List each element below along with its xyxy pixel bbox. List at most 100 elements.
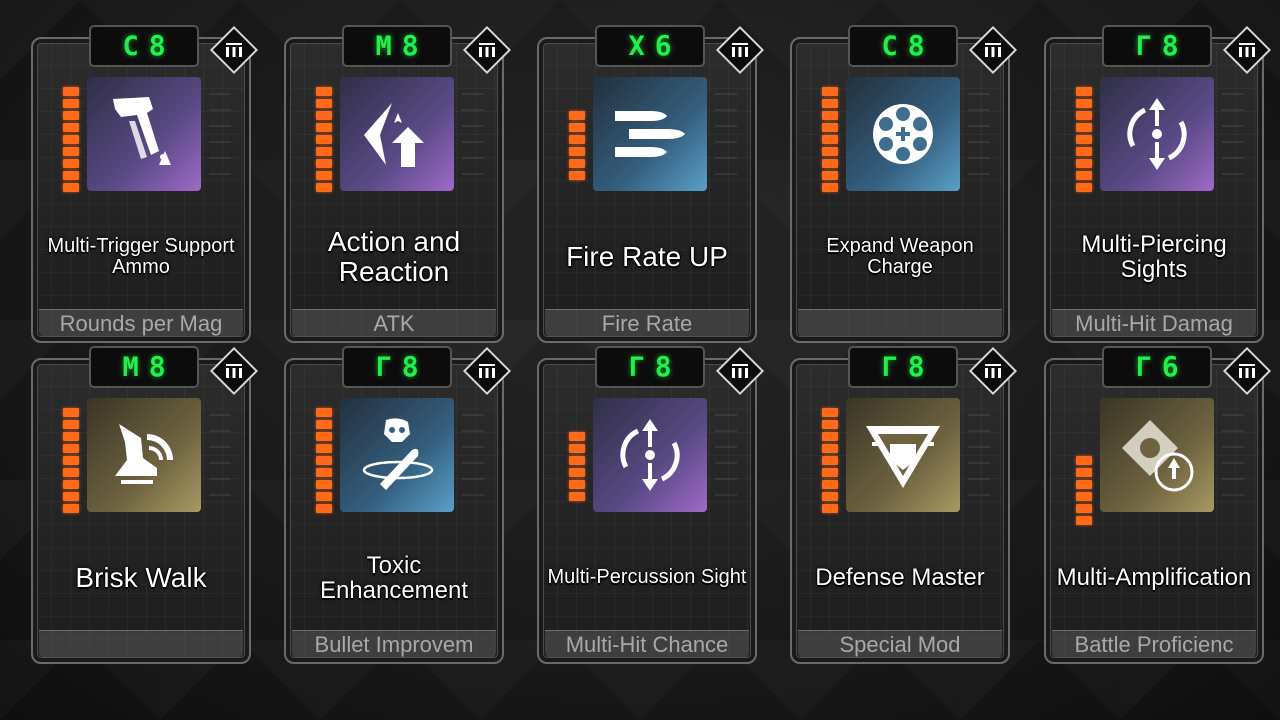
ammo-gauge: [63, 408, 79, 513]
grade-glyph: Γ: [881, 351, 898, 383]
circuit-info: [1222, 79, 1244, 189]
grade-level-panel: Γ 8: [595, 346, 705, 388]
grade-glyph: Γ: [628, 351, 645, 383]
atk-up-arrow-icon: [340, 77, 454, 191]
grade-glyph: Γ: [1135, 351, 1152, 383]
grade-glyph: X: [628, 30, 645, 62]
mod-category: Multi-Hit Chance: [545, 630, 749, 658]
grade-level-panel: Γ 8: [1102, 25, 1212, 67]
mod-card-multi-trigger-support-ammo[interactable]: C 8 Multi-Trigger Support Ammo Rounds pe…: [31, 25, 259, 343]
level-number: 6: [654, 29, 672, 62]
grade-glyph: M: [375, 30, 392, 62]
mod-card-multi-amplification[interactable]: Γ 6 Multi-Amplification Battle Proficien…: [1044, 346, 1272, 664]
circuit-info: [209, 79, 231, 189]
circuit-info: [462, 400, 484, 510]
mod-title: Toxic Enhancement: [319, 551, 469, 604]
ammo-slot-icon: [1222, 25, 1272, 75]
grade-level-panel: C 8: [89, 25, 199, 67]
level-number: 8: [148, 29, 166, 62]
mod-category: Battle Proficienc: [1052, 630, 1256, 658]
grade-level-panel: C 8: [848, 25, 958, 67]
ammo-gauge: [822, 87, 838, 192]
mod-title: Brisk Walk: [75, 562, 207, 594]
percussion-sight-icon: [593, 398, 707, 512]
toxic-bullet-icon: [340, 398, 454, 512]
level-number: 8: [1161, 29, 1179, 62]
mod-card-toxic-enhancement[interactable]: Γ 8 Toxic Enhancement Bullet Improvem: [284, 346, 512, 664]
level-number: 8: [907, 350, 925, 383]
grade-level-panel: Γ 8: [848, 346, 958, 388]
circuit-info: [968, 79, 990, 189]
mod-card-fire-rate-up[interactable]: X 6 Fire Rate UP Fire Rate: [537, 25, 765, 343]
ammo-slot-icon: [715, 346, 765, 396]
mod-category: [798, 309, 1002, 337]
mod-card-multi-percussion-sight[interactable]: Γ 8 Multi-Percussion Sight Multi-Hit Cha…: [537, 346, 765, 664]
ammo-slot-icon: [209, 25, 259, 75]
mod-card-defense-master[interactable]: Γ 8 Defense Master Special Mod: [790, 346, 1018, 664]
mod-card-multi-piercing-sights[interactable]: Γ 8 Multi-Piercing Sights Multi-Hit Dama…: [1044, 25, 1272, 343]
ammo-slot-icon: [209, 346, 259, 396]
grade-glyph: C: [881, 30, 898, 62]
amplification-icon: [1100, 398, 1214, 512]
multi-trigger-ammo-icon: [87, 77, 201, 191]
bullets-icon: [593, 77, 707, 191]
mod-card-action-and-reaction[interactable]: M 8 Action and Reaction ATK: [284, 25, 512, 343]
level-number: 8: [148, 350, 166, 383]
ammo-slot-icon: [1222, 346, 1272, 396]
mod-title: Multi-Piercing Sights: [1081, 230, 1227, 283]
ammo-gauge: [1076, 456, 1092, 525]
mod-title: Fire Rate UP: [566, 241, 728, 273]
grade-level-panel: X 6: [595, 25, 705, 67]
grade-level-panel: M 8: [342, 25, 452, 67]
mod-category: Special Mod: [798, 630, 1002, 658]
mod-title: Multi-Percussion Sight: [547, 566, 747, 589]
level-number: 8: [907, 29, 925, 62]
circuit-info: [209, 400, 231, 510]
level-number: 6: [1161, 350, 1179, 383]
grade-level-panel: Γ 6: [1102, 346, 1212, 388]
level-number: 8: [401, 350, 419, 383]
brisk-walk-icon: [87, 398, 201, 512]
ammo-gauge: [63, 87, 79, 192]
ammo-gauge: [569, 432, 585, 501]
grade-glyph: Γ: [1135, 30, 1152, 62]
ammo-slot-icon: [968, 346, 1018, 396]
level-number: 8: [401, 29, 419, 62]
mod-card-expand-weapon-charge[interactable]: C 8 Expand Weapon Charge: [790, 25, 1018, 343]
piercing-sight-icon: [1100, 77, 1214, 191]
grade-glyph: C: [122, 30, 139, 62]
grade-glyph: Γ: [375, 351, 392, 383]
circuit-info: [715, 400, 737, 510]
mod-title: Multi-Amplification: [1056, 564, 1252, 592]
mod-category: Bullet Improvem: [292, 630, 496, 658]
mod-title: Defense Master: [815, 564, 985, 592]
level-number: 8: [654, 350, 672, 383]
circuit-info: [1222, 400, 1244, 510]
ammo-slot-icon: [968, 25, 1018, 75]
mod-title: Action and Reaction: [327, 226, 461, 287]
ammo-gauge: [569, 111, 585, 180]
ammo-slot-icon: [715, 25, 765, 75]
mod-category: [39, 630, 243, 658]
grade-level-panel: M 8: [89, 346, 199, 388]
ammo-slot-icon: [462, 346, 512, 396]
ammo-slot-icon: [462, 25, 512, 75]
mod-category: Fire Rate: [545, 309, 749, 337]
mod-category: Multi-Hit Damag: [1052, 309, 1256, 337]
circuit-info: [968, 400, 990, 510]
defense-shield-icon: [846, 398, 960, 512]
ammo-gauge: [316, 408, 332, 513]
circuit-info: [462, 79, 484, 189]
mod-title: Expand Weapon Charge: [826, 234, 974, 278]
revolver-cylinder-icon: [846, 77, 960, 191]
circuit-info: [715, 79, 737, 189]
ammo-gauge: [822, 408, 838, 513]
mod-title: Multi-Trigger Support Ammo: [47, 234, 235, 278]
mod-card-brisk-walk[interactable]: M 8 Brisk Walk: [31, 346, 259, 664]
mod-category: ATK: [292, 309, 496, 337]
ammo-gauge: [316, 87, 332, 192]
grade-level-panel: Γ 8: [342, 346, 452, 388]
grade-glyph: M: [122, 351, 139, 383]
mod-category: Rounds per Mag: [39, 309, 243, 337]
ammo-gauge: [1076, 87, 1092, 192]
